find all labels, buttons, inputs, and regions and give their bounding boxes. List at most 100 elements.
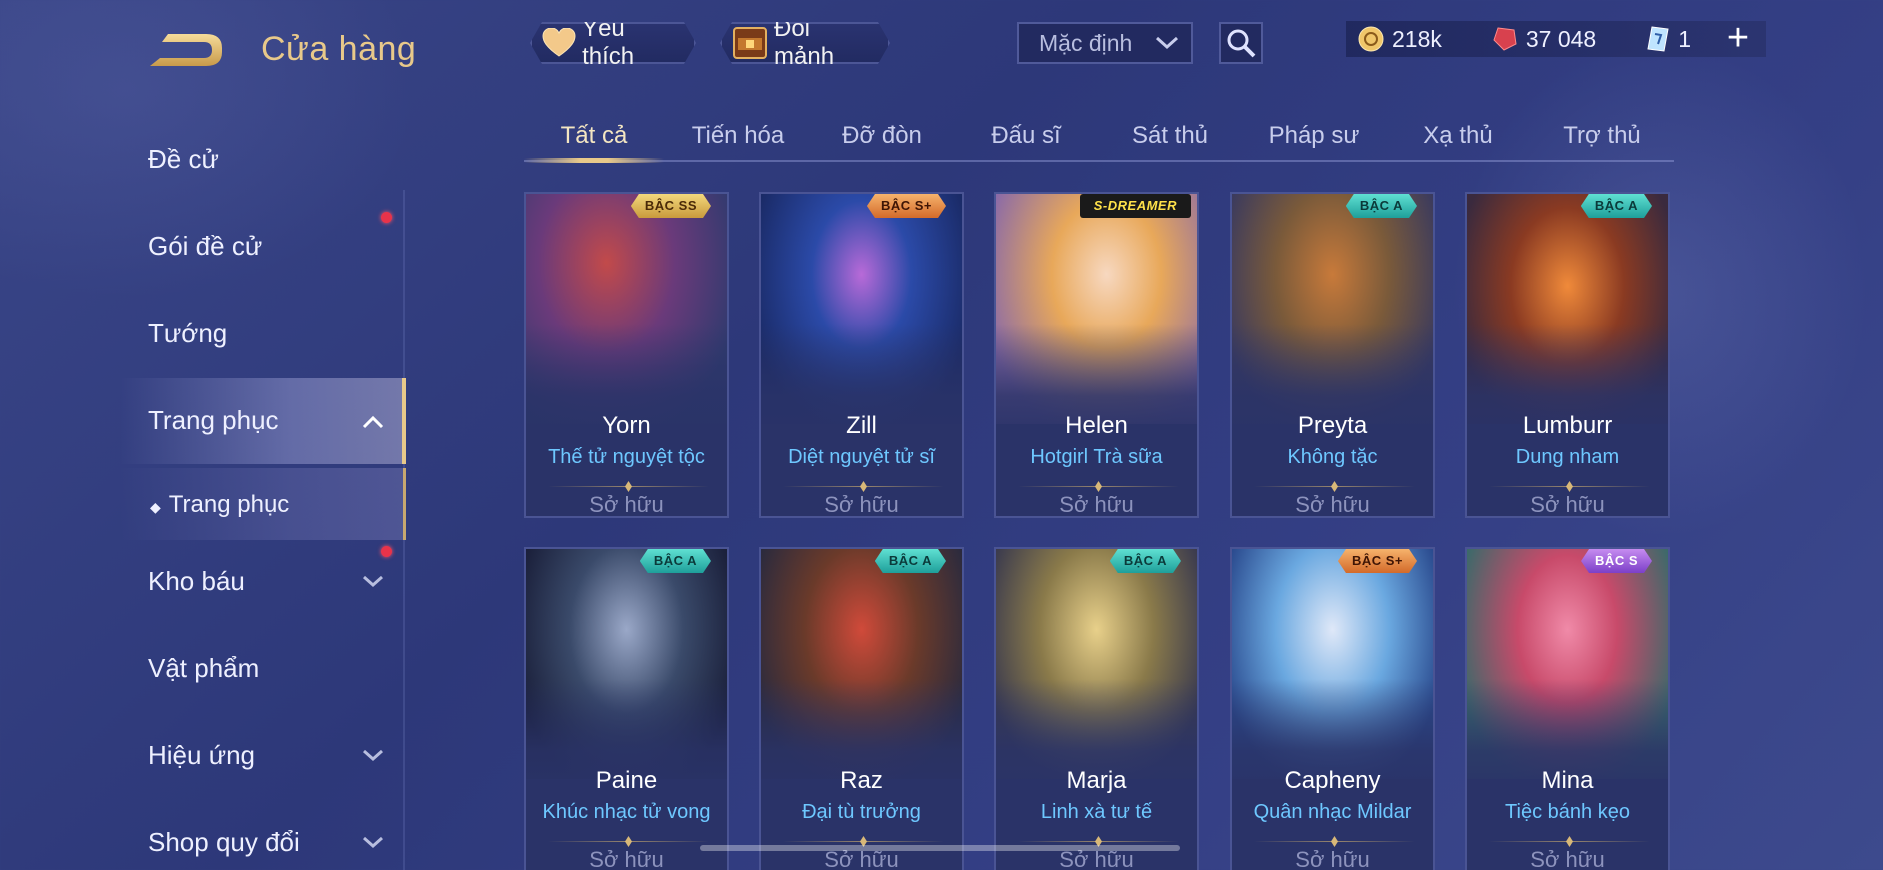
hero-name: Mina: [1541, 767, 1594, 794]
gold-coin-icon: [1358, 26, 1384, 52]
sidebar-item-tuong[interactable]: Tướng: [148, 318, 227, 349]
search-button[interactable]: [1219, 22, 1263, 64]
back-arrow-icon: [150, 34, 222, 66]
tier-badge: BẬC S+: [867, 194, 946, 218]
voucher-balance: 1: [1646, 25, 1691, 53]
favorites-button[interactable]: Yêu thích: [530, 22, 696, 64]
owned-status: Sở hữu: [1059, 492, 1134, 517]
favorites-label: Yêu thích: [582, 15, 635, 70]
owned-status: Sở hữu: [589, 492, 664, 517]
skin-name: Quân nhạc Mildar: [1253, 801, 1412, 823]
chevron-down-icon: [1155, 36, 1179, 50]
gold-value: 218k: [1392, 25, 1442, 52]
sidebar-item-goi-de-cu[interactable]: Gói đề cử: [148, 231, 262, 262]
skin-card[interactable]: BẬC S Mina Tiệc bánh kẹo Sở hữu: [1465, 547, 1670, 870]
owned-status: Sở hữu: [589, 847, 664, 870]
skin-card[interactable]: BẬC SS Yorn Thế tử nguyệt tộc Sở hữu: [524, 192, 729, 518]
hero-name: Raz: [840, 767, 883, 794]
tab-do-don[interactable]: Đỡ đòn: [812, 122, 952, 150]
skin-card[interactable]: BẬC A Lumburr Dung nham Sở hữu: [1465, 192, 1670, 518]
search-icon: [1227, 29, 1256, 58]
exchange-button[interactable]: Đổi mảnh: [720, 22, 890, 64]
tier-badge: BẬC S: [1581, 549, 1652, 573]
skin-name: Diệt nguyệt tử sĩ: [788, 446, 935, 468]
tab-dau-si[interactable]: Đấu sĩ: [956, 122, 1096, 150]
sort-value: Mặc định: [1039, 29, 1133, 56]
sidebar-item-de-cu[interactable]: Đề cử: [148, 144, 219, 175]
quan-huy-balance: 37 048: [1492, 26, 1596, 53]
tab-tro-thu[interactable]: Trợ thủ: [1532, 122, 1672, 150]
skin-name: Linh xà tư tế: [1040, 801, 1153, 823]
notification-dot: [381, 546, 392, 557]
skin-name: Dung nham: [1515, 446, 1620, 468]
skin-name: Không tặc: [1287, 446, 1378, 468]
quan-huy-value: 37 048: [1525, 25, 1597, 52]
skin-name: Đại tù trưởng: [802, 801, 921, 823]
tab-phap-su[interactable]: Pháp sư: [1244, 122, 1384, 150]
tier-badge: BẬC S+: [1338, 549, 1417, 573]
skin-card[interactable]: S-DREAMER Helen Hotgirl Trà sữa Sở hữu: [994, 192, 1199, 518]
sidebar-item-label: Trang phục: [168, 491, 290, 518]
tab-sat-thu[interactable]: Sát thủ: [1100, 122, 1240, 150]
tier-badge: BẬC A: [1581, 194, 1652, 218]
skin-name: Hotgirl Trà sữa: [1030, 446, 1163, 468]
chest-icon: [732, 26, 768, 60]
scroll-indicator[interactable]: [700, 845, 1180, 851]
skin-card[interactable]: BẬC S+ Zill Diệt nguyệt tử sĩ Sở hữu: [759, 192, 964, 518]
skin-name: Tiệc bánh kẹo: [1505, 801, 1630, 823]
skin-card[interactable]: BẬC A Marja Linh xà tư tế Sở hữu: [994, 547, 1199, 870]
tab-tien-hoa[interactable]: Tiến hóa: [668, 122, 808, 150]
owned-status: Sở hữu: [1530, 847, 1605, 870]
owned-status: Sở hữu: [1295, 492, 1370, 517]
sidebar-item-label: Tướng: [148, 318, 228, 348]
tier-badge: BẬC A: [1346, 194, 1417, 218]
hero-name: Paine: [595, 767, 658, 794]
tab-xa-thu[interactable]: Xạ thủ: [1388, 122, 1528, 150]
sidebar-item-label: Hiệu ứng: [148, 740, 256, 770]
sidebar-item-label: Shop quy đổi: [148, 827, 300, 857]
owned-status: Sở hữu: [1295, 847, 1370, 870]
skin-card[interactable]: BẬC S+ Capheny Quân nhạc Mildar Sở hữu: [1230, 547, 1435, 870]
chevron-down-icon: [363, 749, 383, 762]
hero-name: Marja: [1066, 767, 1127, 794]
hero-name: Preyta: [1297, 412, 1368, 439]
sidebar-item-shop-quy-doi[interactable]: Shop quy đổi: [148, 827, 300, 858]
sidebar-item-hieu-ung[interactable]: Hiệu ứng: [148, 740, 255, 771]
sidebar-item-trang-phuc[interactable]: Trang phục: [148, 405, 279, 436]
hero-name: Helen: [1065, 412, 1128, 439]
chevron-down-icon: [363, 575, 383, 588]
skin-card[interactable]: BẬC A Raz Đại tù trưởng Sở hữu: [759, 547, 964, 870]
skin-card[interactable]: BẬC A Preyta Không tặc Sở hữu: [1230, 192, 1435, 518]
hero-name: Lumburr: [1522, 412, 1613, 439]
owned-status: Sở hữu: [824, 492, 899, 517]
sort-select[interactable]: Mặc định: [1017, 22, 1193, 64]
currency-bar: 218k 37 048 1: [1346, 21, 1766, 57]
back-button[interactable]: [146, 28, 226, 72]
exchange-label: Đổi mảnh: [774, 15, 835, 70]
page-title: Cửa hàng: [261, 30, 417, 68]
hero-name: Zill: [846, 412, 877, 439]
tier-badge: BẬC A: [640, 549, 711, 573]
add-currency-button[interactable]: +: [1720, 17, 1756, 59]
owned-status: Sở hữu: [1530, 492, 1605, 517]
red-gem-icon: [1493, 27, 1517, 51]
sidebar-item-vat-pham[interactable]: Vật phẩm: [148, 653, 259, 684]
notification-dot: [381, 212, 392, 223]
category-tabs: Tất cả Tiến hóa Đỡ đòn Đấu sĩ Sát thủ Ph…: [524, 112, 1674, 164]
tier-badge: BẬC A: [875, 549, 946, 573]
heart-icon: [542, 26, 576, 60]
skin-name: Thế tử nguyệt tộc: [548, 446, 705, 468]
sidebar-item-kho-bau[interactable]: Kho báu: [148, 566, 245, 597]
voucher-icon: [1647, 26, 1669, 52]
skin-card[interactable]: BẬC A Paine Khúc nhạc tử vong Sở hữu: [524, 547, 729, 870]
sidebar-item-label: Đề cử: [148, 144, 219, 174]
tab-tat-ca[interactable]: Tất cả: [524, 122, 664, 150]
skin-name: Khúc nhạc tử vong: [542, 801, 711, 823]
plus-icon: +: [1726, 17, 1750, 59]
sidebar-item-label: Trang phục: [148, 405, 279, 435]
tier-badge: BẬC SS: [631, 194, 711, 218]
tier-badge: BẬC A: [1110, 549, 1181, 573]
chevron-down-icon: [363, 836, 383, 849]
sidebar-item-label: Gói đề cử: [148, 231, 263, 261]
sidebar-subitem-trang-phuc[interactable]: ◆ Trang phục: [150, 491, 289, 519]
